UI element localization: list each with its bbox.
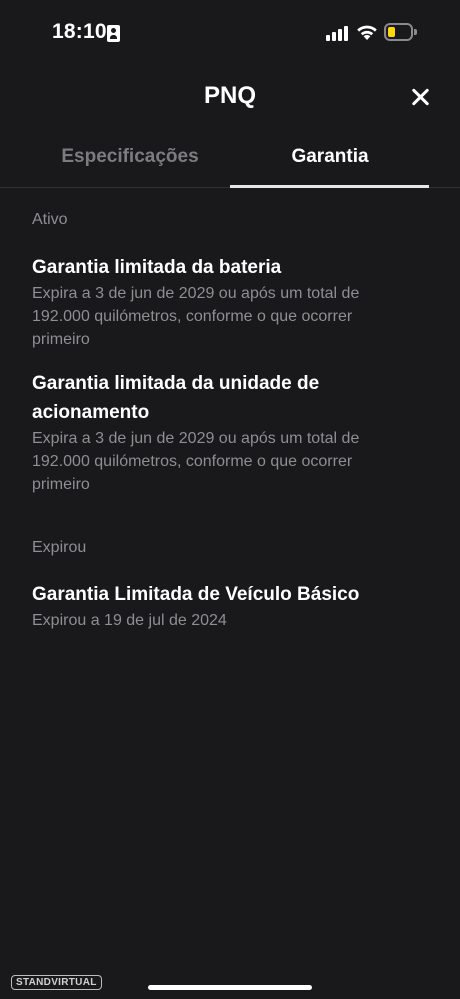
- battery-icon: [384, 23, 417, 41]
- warranty-subtitle: Expirou a 19 de jul de 2024: [32, 612, 227, 629]
- warranty-subtitle: Expira a 3 de jun de 2029 ou após um tot…: [32, 430, 360, 493]
- standvirtual-watermark: STANDVIRTUAL: [11, 975, 102, 990]
- warranty-subtitle: Expira a 3 de jun de 2029 ou após um tot…: [32, 285, 360, 348]
- page-title: PNQ: [203, 82, 256, 109]
- warranty-title: Garantia Limitada de Veículo Básico: [32, 584, 360, 605]
- status-time: 18:10: [52, 20, 107, 43]
- contact-card-icon: [107, 25, 120, 42]
- close-icon[interactable]: [406, 84, 434, 110]
- wifi-icon: [356, 23, 378, 41]
- section-label-active: Ativo: [32, 211, 68, 228]
- tab-especificacoes[interactable]: Especificações: [30, 146, 230, 168]
- warranty-title: Garantia limitada da bateria: [32, 257, 282, 278]
- tab-garantia[interactable]: Garantia: [230, 146, 430, 168]
- warranty-title: Garantia limitada da unidade de acioname…: [32, 373, 320, 423]
- active-tab-indicator: [230, 185, 429, 188]
- status-bar: 18:10: [0, 0, 460, 66]
- section-label-expired: Expirou: [32, 539, 87, 556]
- tab-bar: Especificações Garantia: [0, 130, 460, 188]
- cellular-signal-icon: [326, 25, 350, 41]
- home-indicator[interactable]: [148, 985, 312, 990]
